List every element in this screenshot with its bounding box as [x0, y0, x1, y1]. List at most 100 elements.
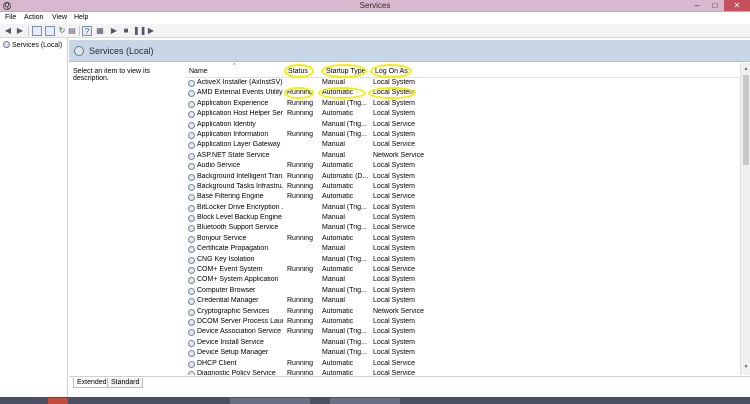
- table-row[interactable]: Bonjour Service Running Automatic Local Sys…: [185, 234, 739, 244]
- cell-name: Background Tasks Infrastru...: [197, 182, 283, 190]
- table-row[interactable]: Device Install Service Manual (Trig... Loc…: [185, 338, 739, 348]
- cell-startup: Manual (Trig...: [322, 328, 367, 336]
- menu-view[interactable]: View: [52, 14, 67, 21]
- scroll-down-arrow-icon[interactable]: ▼: [742, 363, 750, 371]
- cell-startup: Automatic: [322, 162, 354, 170]
- cell-name: ASP.NET State Service: [197, 151, 270, 159]
- tab-standard[interactable]: Standard: [107, 378, 144, 388]
- table-row[interactable]: Audio Service Running Automatic Local Syste…: [185, 161, 739, 171]
- export-list-icon[interactable]: ▤: [67, 26, 77, 36]
- restart-service-icon[interactable]: ▶: [146, 26, 156, 36]
- cell-logon: Local System: [373, 255, 416, 263]
- table-row[interactable]: Application Identity Manual (Trig... Local…: [185, 120, 739, 130]
- service-gear-icon: [188, 173, 195, 181]
- cell-name: Credential Manager: [197, 297, 259, 305]
- table-row[interactable]: Application Information Running Manual (Tr…: [185, 130, 739, 140]
- console-tree-icon[interactable]: [32, 26, 42, 36]
- cell-logon: Network Service: [373, 151, 424, 159]
- cell-logon: Local Service: [373, 193, 416, 201]
- cell-name: Bluetooth Support Service: [197, 224, 279, 232]
- table-row[interactable]: Application Host Helper Ser... Running Aut…: [185, 109, 739, 119]
- table-row[interactable]: DHCP Client Running Automatic Local Service: [185, 359, 739, 369]
- properties-icon[interactable]: ▦: [95, 26, 105, 36]
- console-tree: Services (Local): [0, 38, 68, 398]
- cell-name: Application Host Helper Ser...: [197, 110, 283, 118]
- service-gear-icon: [188, 90, 195, 98]
- start-service-icon[interactable]: ▶: [109, 26, 119, 36]
- table-row[interactable]: CNG Key Isolation Manual (Trig... Local Sy…: [185, 255, 739, 265]
- vertical-scrollbar[interactable]: ▲ ▼: [740, 63, 750, 375]
- rows-container: ActiveX Installer (AxInstSV) Manual Local …: [185, 78, 739, 375]
- taskbar-button[interactable]: [230, 398, 310, 404]
- stop-service-icon[interactable]: ■: [121, 26, 131, 36]
- refresh-icon[interactable]: ↻: [57, 26, 67, 36]
- taskbar-button[interactable]: [330, 398, 400, 404]
- scrollbar-thumb[interactable]: [743, 75, 749, 165]
- table-row[interactable]: Cryptographic Services Running Automatic Ne…: [185, 307, 739, 317]
- panel-header: Services (Local): [69, 40, 750, 62]
- scroll-up-arrow-icon[interactable]: ▲: [742, 65, 750, 73]
- service-gear-icon: [188, 131, 195, 139]
- service-gear-icon: [188, 111, 195, 119]
- table-row[interactable]: Block Level Backup Engine ... Manual Local…: [185, 213, 739, 223]
- column-header-name[interactable]: Name: [189, 68, 208, 75]
- table-row[interactable]: ActiveX Installer (AxInstSV) Manual Local …: [185, 78, 739, 88]
- service-gear-icon: [188, 350, 195, 358]
- column-header-status[interactable]: Status: [288, 68, 308, 75]
- service-gear-icon: [188, 100, 195, 108]
- close-button[interactable]: ✕: [724, 0, 750, 11]
- table-row[interactable]: COM+ System Application Manual Local Syste…: [185, 275, 739, 285]
- table-row[interactable]: Application Layer Gateway ... Manual Local…: [185, 140, 739, 150]
- services-list: Name ^ Status Startup Type Log On As Act…: [185, 63, 739, 375]
- list-view-icon[interactable]: [45, 26, 55, 36]
- table-row[interactable]: Diagnostic Policy Service Running Automati…: [185, 369, 739, 375]
- table-row[interactable]: Base Filtering Engine Running Automatic Loc…: [185, 192, 739, 202]
- table-row[interactable]: Device Setup Manager Manual (Trig... Local…: [185, 348, 739, 358]
- cell-status: Running: [287, 110, 314, 118]
- table-row[interactable]: Application Experience Running Manual (Tri…: [185, 99, 739, 109]
- cell-name: DHCP Client: [197, 359, 237, 367]
- table-row[interactable]: ASP.NET State Service Manual Network Servi…: [185, 151, 739, 161]
- service-gear-icon: [188, 121, 195, 129]
- cell-name: CNG Key Isolation: [197, 255, 255, 263]
- cell-logon: Local System: [373, 203, 416, 211]
- cell-startup: Manual: [322, 141, 345, 149]
- table-row[interactable]: Background Tasks Infrastru... Running Auto…: [185, 182, 739, 192]
- cell-name: Device Association Service: [197, 328, 282, 336]
- table-row[interactable]: Certificate Propagation Manual Local Syste…: [185, 244, 739, 254]
- taskbar-button[interactable]: [48, 398, 68, 404]
- cell-logon: Local Service: [373, 359, 416, 367]
- table-row[interactable]: BitLocker Drive Encryption ... Manual (Tr…: [185, 203, 739, 213]
- back-arrow-icon[interactable]: ◀: [3, 26, 13, 36]
- table-row[interactable]: COM+ Event System Running Automatic Local S…: [185, 265, 739, 275]
- cell-logon: Local System: [373, 172, 416, 180]
- table-row[interactable]: Computer Browser Manual (Trig... Local Sys…: [185, 286, 739, 296]
- menu-file[interactable]: File: [5, 14, 16, 21]
- service-gear-icon: [188, 225, 195, 233]
- tab-extended[interactable]: Extended: [73, 378, 111, 388]
- table-row[interactable]: Background Intelligent Tran... Running Aut…: [185, 172, 739, 182]
- forward-arrow-icon[interactable]: ▶: [15, 26, 25, 36]
- service-gear-icon: [188, 183, 195, 191]
- table-row[interactable]: DCOM Server Process Laun... Running Automa…: [185, 317, 739, 327]
- table-row[interactable]: AMD External Events Utility Running Automa…: [185, 88, 739, 98]
- table-row[interactable]: Device Association Service Running Manual …: [185, 327, 739, 337]
- maximize-button[interactable]: □: [706, 0, 724, 11]
- pause-service-icon[interactable]: ❚❚: [133, 26, 146, 36]
- minimize-button[interactable]: –: [688, 0, 706, 11]
- menu-action[interactable]: Action: [24, 14, 43, 21]
- service-gear-icon: [188, 287, 195, 295]
- column-header-startup-type[interactable]: Startup Type: [326, 68, 366, 75]
- cell-startup: Manual (Trig...: [322, 130, 367, 138]
- service-gear-icon: [188, 318, 195, 326]
- tree-node-services-local[interactable]: Services (Local): [3, 41, 62, 49]
- menu-help[interactable]: Help: [74, 14, 88, 21]
- table-row[interactable]: Bluetooth Support Service Manual (Trig...…: [185, 223, 739, 233]
- cell-logon: Local System: [373, 79, 416, 86]
- cell-name: Device Setup Manager: [197, 349, 269, 357]
- column-header-log-on-as[interactable]: Log On As: [375, 68, 408, 75]
- help-icon[interactable]: ?: [82, 26, 92, 36]
- cell-startup: Automatic: [322, 369, 354, 375]
- table-row[interactable]: Credential Manager Running Manual Local Sys…: [185, 296, 739, 306]
- cell-logon: Local System: [373, 276, 416, 284]
